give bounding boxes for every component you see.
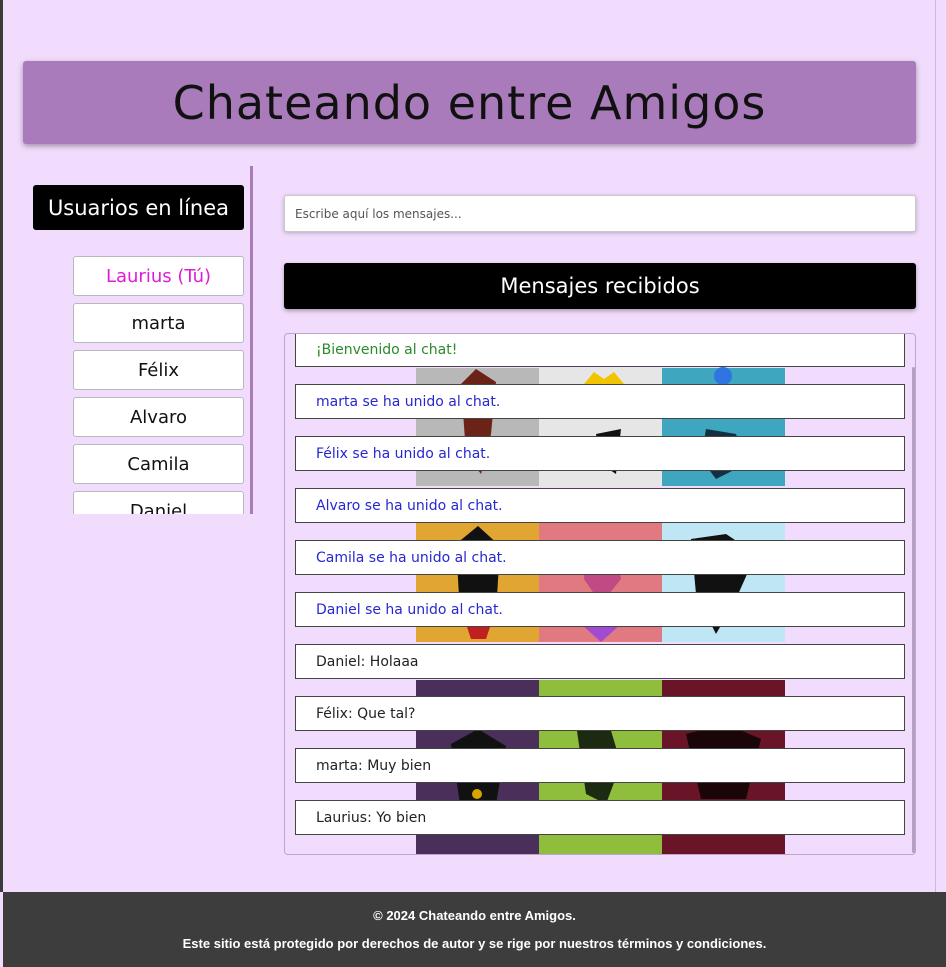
user-item[interactable]: Camila: [73, 444, 244, 484]
message-item: Félix: Que tal?: [295, 696, 905, 731]
footer-copyright: © 2024 Chateando entre Amigos.: [373, 908, 576, 923]
messages-scrollbar[interactable]: [912, 367, 915, 853]
online-users-panel: Usuarios en línea Laurius (Tú) marta Fél…: [23, 166, 253, 514]
page-title: Chateando entre Amigos: [172, 75, 767, 130]
online-users-title: Usuarios en línea: [33, 185, 244, 230]
message-item: Laurius: Yo bien: [295, 800, 905, 835]
left-edge: [0, 0, 3, 892]
message-item: marta se ha unido al chat.: [295, 384, 905, 419]
user-item[interactable]: Daniel: [73, 491, 244, 514]
footer-legal: Este sitio está protegido por derechos d…: [182, 936, 767, 951]
user-item[interactable]: Félix: [73, 350, 244, 390]
user-item[interactable]: Alvaro: [73, 397, 244, 437]
right-edge: [935, 0, 936, 892]
messages-panel[interactable]: ¡Bienvenido al chat! marta se ha unido a…: [284, 333, 916, 855]
message-item: Félix se ha unido al chat.: [295, 436, 905, 471]
received-messages-title: Mensajes recibidos: [284, 263, 916, 309]
messages-list: ¡Bienvenido al chat! marta se ha unido a…: [285, 334, 915, 854]
message-item: Camila se ha unido al chat.: [295, 540, 905, 575]
message-item: Daniel se ha unido al chat.: [295, 592, 905, 627]
site-header: Chateando entre Amigos: [23, 61, 916, 144]
user-item[interactable]: marta: [73, 303, 244, 343]
message-input[interactable]: [284, 195, 916, 232]
site-footer: © 2024 Chateando entre Amigos. Este siti…: [3, 892, 946, 967]
message-item: Daniel: Holaaa: [295, 644, 905, 679]
message-item: ¡Bienvenido al chat!: [295, 334, 905, 367]
user-item-self[interactable]: Laurius (Tú): [73, 256, 244, 296]
user-list[interactable]: Laurius (Tú) marta Félix Alvaro Camila D…: [73, 256, 244, 514]
message-item: Alvaro se ha unido al chat.: [295, 488, 905, 523]
message-item: marta: Muy bien: [295, 748, 905, 783]
